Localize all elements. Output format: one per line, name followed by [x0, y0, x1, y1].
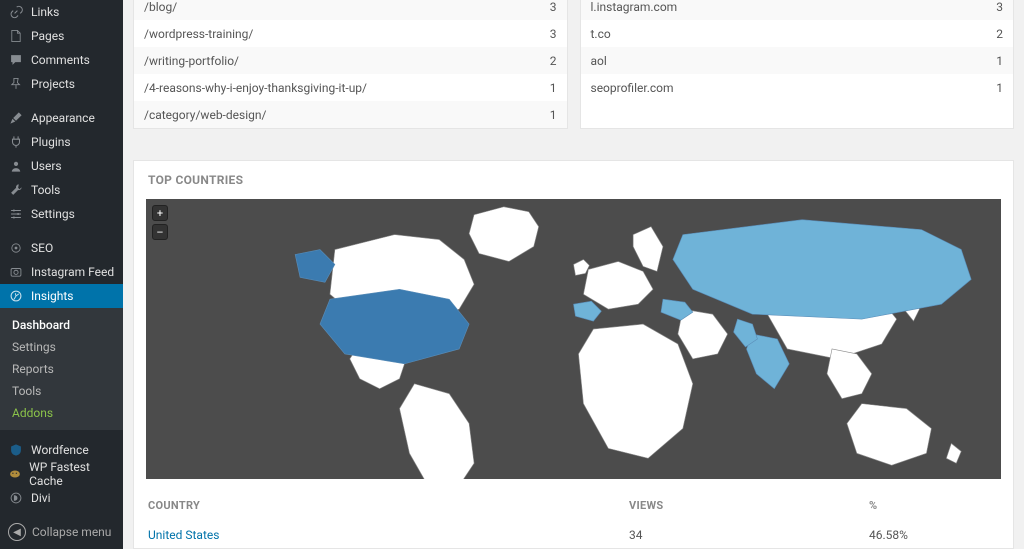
table-header-row: COUNTRY VIEWS % [148, 489, 999, 522]
collapse-menu[interactable]: ◀Collapse menu [0, 515, 123, 549]
sidebar-item-label: Users [31, 159, 62, 173]
camera-icon [8, 264, 24, 280]
submenu-tools[interactable]: Tools [0, 380, 123, 402]
sidebar-item-label: Appearance [31, 111, 95, 125]
page-icon [8, 28, 24, 44]
sidebar-item-label: Tools [31, 183, 60, 197]
zoom-out-button[interactable]: – [152, 224, 168, 240]
submenu-addons[interactable]: Addons [0, 402, 123, 424]
table-row: /category/web-design/1 [134, 101, 567, 128]
sidebar-item-tools[interactable]: Tools [0, 178, 123, 202]
wrench-icon [8, 182, 24, 198]
col-country: COUNTRY [148, 499, 629, 512]
sidebar-item-label: WP Fastest Cache [29, 460, 115, 488]
sidebar-item-plugins[interactable]: Plugins [0, 130, 123, 154]
sidebar-item-label: Links [31, 5, 59, 19]
cheetah-icon [8, 466, 22, 482]
sidebar-item-seo[interactable]: SEO [0, 236, 123, 260]
link-icon [8, 4, 24, 20]
collapse-icon: ◀ [8, 523, 26, 541]
insights-submenu: Dashboard Settings Reports Tools Addons [0, 308, 123, 430]
insights-icon [8, 288, 24, 304]
col-views: VIEWS [629, 499, 869, 512]
sliders-icon [8, 206, 24, 222]
card-header: TOP COUNTRIES [134, 161, 1013, 199]
table-row: /blog/3 [134, 0, 567, 20]
brush-icon [8, 110, 24, 126]
table-row: aol1 [581, 47, 1014, 74]
top-pages-card: /blog/3 /wordpress-training/3 /writing-p… [133, 0, 568, 129]
submenu-settings[interactable]: Settings [0, 336, 123, 358]
submenu-dashboard[interactable]: Dashboard [0, 314, 123, 336]
sidebar-item-label: Divi [31, 491, 51, 505]
table-row: United States 34 46.58% [148, 522, 999, 548]
sidebar-item-insights[interactable]: Insights [0, 284, 123, 308]
col-pct: % [869, 499, 999, 512]
top-referrers-card: l.instagram.com3 t.co2 aol1 seoprofiler.… [580, 0, 1015, 129]
sidebar-item-divi[interactable]: Divi [0, 486, 123, 510]
sidebar-item-label: Insights [31, 289, 73, 303]
sidebar-item-label: Comments [31, 53, 90, 67]
sidebar-item-links[interactable]: Links [0, 0, 123, 24]
sidebar-item-users[interactable]: Users [0, 154, 123, 178]
sidebar-item-instagram[interactable]: Instagram Feed [0, 260, 123, 284]
world-map[interactable]: + – [146, 199, 1001, 479]
sidebar-item-wp-fastest-cache[interactable]: WP Fastest Cache [0, 462, 123, 486]
admin-sidebar: Links Pages Comments Projects Appearance… [0, 0, 123, 549]
table-row: /writing-portfolio/2 [134, 47, 567, 74]
plug-icon [8, 134, 24, 150]
sidebar-item-comments[interactable]: Comments [0, 48, 123, 72]
country-table: COUNTRY VIEWS % United States 34 46.58% [134, 479, 1013, 548]
submenu-reports[interactable]: Reports [0, 358, 123, 380]
world-map-svg [146, 199, 1001, 479]
sidebar-item-label: Settings [31, 207, 75, 221]
sidebar-item-settings[interactable]: Settings [0, 202, 123, 226]
shield-icon [8, 442, 24, 458]
pin-icon [8, 76, 24, 92]
table-row: seoprofiler.com1 [581, 74, 1014, 101]
sidebar-item-pages[interactable]: Pages [0, 24, 123, 48]
sidebar-item-label: Plugins [31, 135, 71, 149]
table-row: t.co2 [581, 20, 1014, 47]
zoom-in-button[interactable]: + [152, 205, 168, 221]
sidebar-item-appearance[interactable]: Appearance [0, 106, 123, 130]
table-row: /4-reasons-why-i-enjoy-thanksgiving-it-u… [134, 74, 567, 101]
main-content: /blog/3 /wordpress-training/3 /writing-p… [123, 0, 1024, 549]
user-icon [8, 158, 24, 174]
sidebar-item-wordfence[interactable]: Wordfence [0, 438, 123, 462]
sidebar-item-projects[interactable]: Projects [0, 72, 123, 96]
sidebar-item-label: Instagram Feed [31, 265, 114, 279]
table-row: /wordpress-training/3 [134, 20, 567, 47]
sidebar-item-label: Wordfence [31, 443, 89, 457]
sidebar-item-label: Pages [31, 29, 64, 43]
table-row: l.instagram.com3 [581, 0, 1014, 20]
comment-icon [8, 52, 24, 68]
divi-icon [8, 490, 24, 506]
sidebar-item-label: Projects [31, 77, 75, 91]
seo-icon [8, 240, 24, 256]
sidebar-item-label: SEO [31, 241, 53, 255]
top-countries-card: TOP COUNTRIES + – [133, 160, 1014, 549]
